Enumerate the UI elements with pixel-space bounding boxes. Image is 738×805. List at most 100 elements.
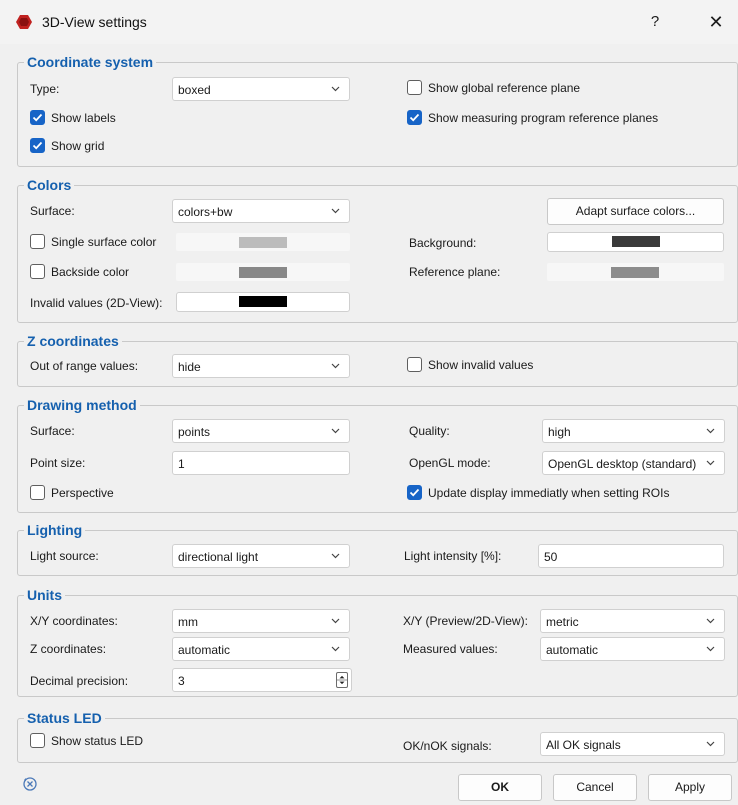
- single-surface-color-checkbox[interactable]: [30, 234, 45, 249]
- single-surface-color-picker[interactable]: [176, 233, 350, 251]
- invalid-values-color-picker[interactable]: [176, 292, 350, 312]
- show-status-led-checkbox[interactable]: [30, 733, 45, 748]
- update-display-checkbox[interactable]: [407, 485, 422, 500]
- chevron-down-icon: [706, 428, 715, 434]
- show-grid-checkbox[interactable]: [30, 138, 45, 153]
- quality-dropdown[interactable]: high: [542, 419, 725, 443]
- ok-button[interactable]: OK: [458, 774, 542, 801]
- chevron-down-icon: [706, 618, 715, 624]
- title-bar: 3D-View settings ? ✕: [0, 0, 738, 44]
- out-of-range-label: Out of range values:: [30, 359, 139, 373]
- show-labels-checkbox[interactable]: [30, 110, 45, 125]
- chevron-down-icon: [331, 363, 340, 369]
- z-coordinates-label: Z coordinates:: [30, 642, 107, 656]
- xy-coordinates-dropdown[interactable]: mm: [172, 609, 350, 633]
- chevron-down-icon: [331, 618, 340, 624]
- chevron-down-icon: [706, 741, 715, 747]
- surface-color-value: colors+bw: [178, 205, 233, 219]
- decimal-precision-label: Decimal precision:: [30, 674, 129, 688]
- decimal-precision-spinbox[interactable]: 3: [172, 668, 352, 692]
- type-value: boxed: [178, 83, 211, 97]
- show-grid-label: Show grid: [51, 139, 105, 153]
- ok-signals-dropdown[interactable]: All OK signals: [540, 732, 725, 756]
- z-coordinates-value: automatic: [178, 643, 231, 657]
- group-title: Units: [24, 586, 65, 604]
- show-measuring-ref-label: Show measuring program reference planes: [428, 111, 659, 125]
- point-size-value: 1: [178, 457, 185, 471]
- show-status-led-label: Show status LED: [51, 734, 144, 748]
- ok-signals-value: All OK signals: [546, 738, 621, 752]
- perspective-label: Perspective: [51, 486, 114, 500]
- show-global-ref-checkbox[interactable]: [407, 80, 422, 95]
- light-intensity-label: Light intensity [%]:: [404, 549, 502, 563]
- group-title: Z coordinates: [24, 332, 122, 350]
- color-swatch: [612, 236, 660, 247]
- show-measuring-ref-checkbox[interactable]: [407, 110, 422, 125]
- backside-color-checkbox[interactable]: [30, 264, 45, 279]
- show-invalid-values-label: Show invalid values: [428, 358, 534, 372]
- chevron-down-icon: [331, 646, 340, 652]
- xy-coordinates-label: X/Y coordinates:: [30, 614, 118, 628]
- drawing-surface-dropdown[interactable]: points: [172, 419, 350, 443]
- xy-coordinates-value: mm: [178, 615, 198, 629]
- show-global-ref-label: Show global reference plane: [428, 81, 581, 95]
- help-button[interactable]: ?: [645, 12, 665, 32]
- chevron-down-icon: [331, 208, 340, 214]
- xy-preview-value: metric: [546, 615, 579, 629]
- z-coordinates-dropdown[interactable]: automatic: [172, 637, 350, 661]
- adapt-surface-colors-button[interactable]: Adapt surface colors...: [547, 198, 724, 225]
- update-display-label: Update display immediatly when setting R…: [428, 486, 670, 500]
- color-swatch: [239, 296, 287, 307]
- background-color-picker[interactable]: [547, 232, 724, 252]
- spinner-arrows-icon[interactable]: [336, 672, 348, 688]
- apply-button[interactable]: Apply: [648, 774, 732, 801]
- measured-values-dropdown[interactable]: automatic: [540, 637, 725, 661]
- light-source-dropdown[interactable]: directional light: [172, 544, 350, 568]
- surface-color-dropdown[interactable]: colors+bw: [172, 199, 350, 223]
- chevron-down-icon: [331, 428, 340, 434]
- reference-plane-color-picker[interactable]: [547, 263, 724, 281]
- xy-preview-dropdown[interactable]: metric: [540, 609, 725, 633]
- show-invalid-values-checkbox[interactable]: [407, 357, 422, 372]
- perspective-checkbox[interactable]: [30, 485, 45, 500]
- measured-values-value: automatic: [546, 643, 599, 657]
- quality-label: Quality:: [409, 424, 450, 438]
- single-surface-color-label: Single surface color: [51, 235, 157, 249]
- measured-values-label: Measured values:: [403, 642, 498, 656]
- checkmark-icon: [409, 113, 420, 122]
- reset-defaults-icon[interactable]: [22, 776, 38, 792]
- color-swatch: [239, 267, 287, 278]
- group-title: Coordinate system: [24, 53, 157, 71]
- backside-color-label: Backside color: [51, 265, 130, 279]
- chevron-down-icon: [706, 646, 715, 652]
- type-label: Type:: [30, 82, 60, 96]
- out-of-range-dropdown[interactable]: hide: [172, 354, 350, 378]
- chevron-down-icon: [706, 460, 715, 466]
- ok-signals-label: OK/nOK signals:: [403, 739, 492, 753]
- reference-plane-label: Reference plane:: [409, 265, 501, 279]
- group-title: Status LED: [24, 709, 105, 727]
- cancel-button[interactable]: Cancel: [553, 774, 637, 801]
- opengl-mode-dropdown[interactable]: OpenGL desktop (standard): [542, 451, 725, 475]
- checkmark-icon: [409, 488, 420, 497]
- type-dropdown[interactable]: boxed: [172, 77, 350, 101]
- chevron-down-icon: [331, 553, 340, 559]
- surface-color-label: Surface:: [30, 204, 75, 218]
- opengl-mode-value: OpenGL desktop (standard): [548, 457, 697, 471]
- quality-value: high: [548, 425, 571, 439]
- light-source-value: directional light: [178, 550, 259, 564]
- light-source-label: Light source:: [30, 549, 99, 563]
- close-button[interactable]: ✕: [705, 11, 727, 33]
- group-title: Lighting: [24, 521, 86, 539]
- background-label: Background:: [409, 236, 477, 250]
- decimal-precision-value: 3: [178, 674, 185, 688]
- chevron-down-icon: [331, 86, 340, 92]
- color-swatch: [611, 267, 659, 278]
- drawing-surface-value: points: [178, 425, 211, 439]
- point-size-input[interactable]: 1: [172, 451, 350, 475]
- point-size-label: Point size:: [30, 456, 86, 470]
- app-logo-icon: [16, 15, 32, 29]
- color-swatch: [239, 237, 287, 248]
- backside-color-picker[interactable]: [176, 263, 350, 281]
- light-intensity-input[interactable]: 50: [538, 544, 724, 568]
